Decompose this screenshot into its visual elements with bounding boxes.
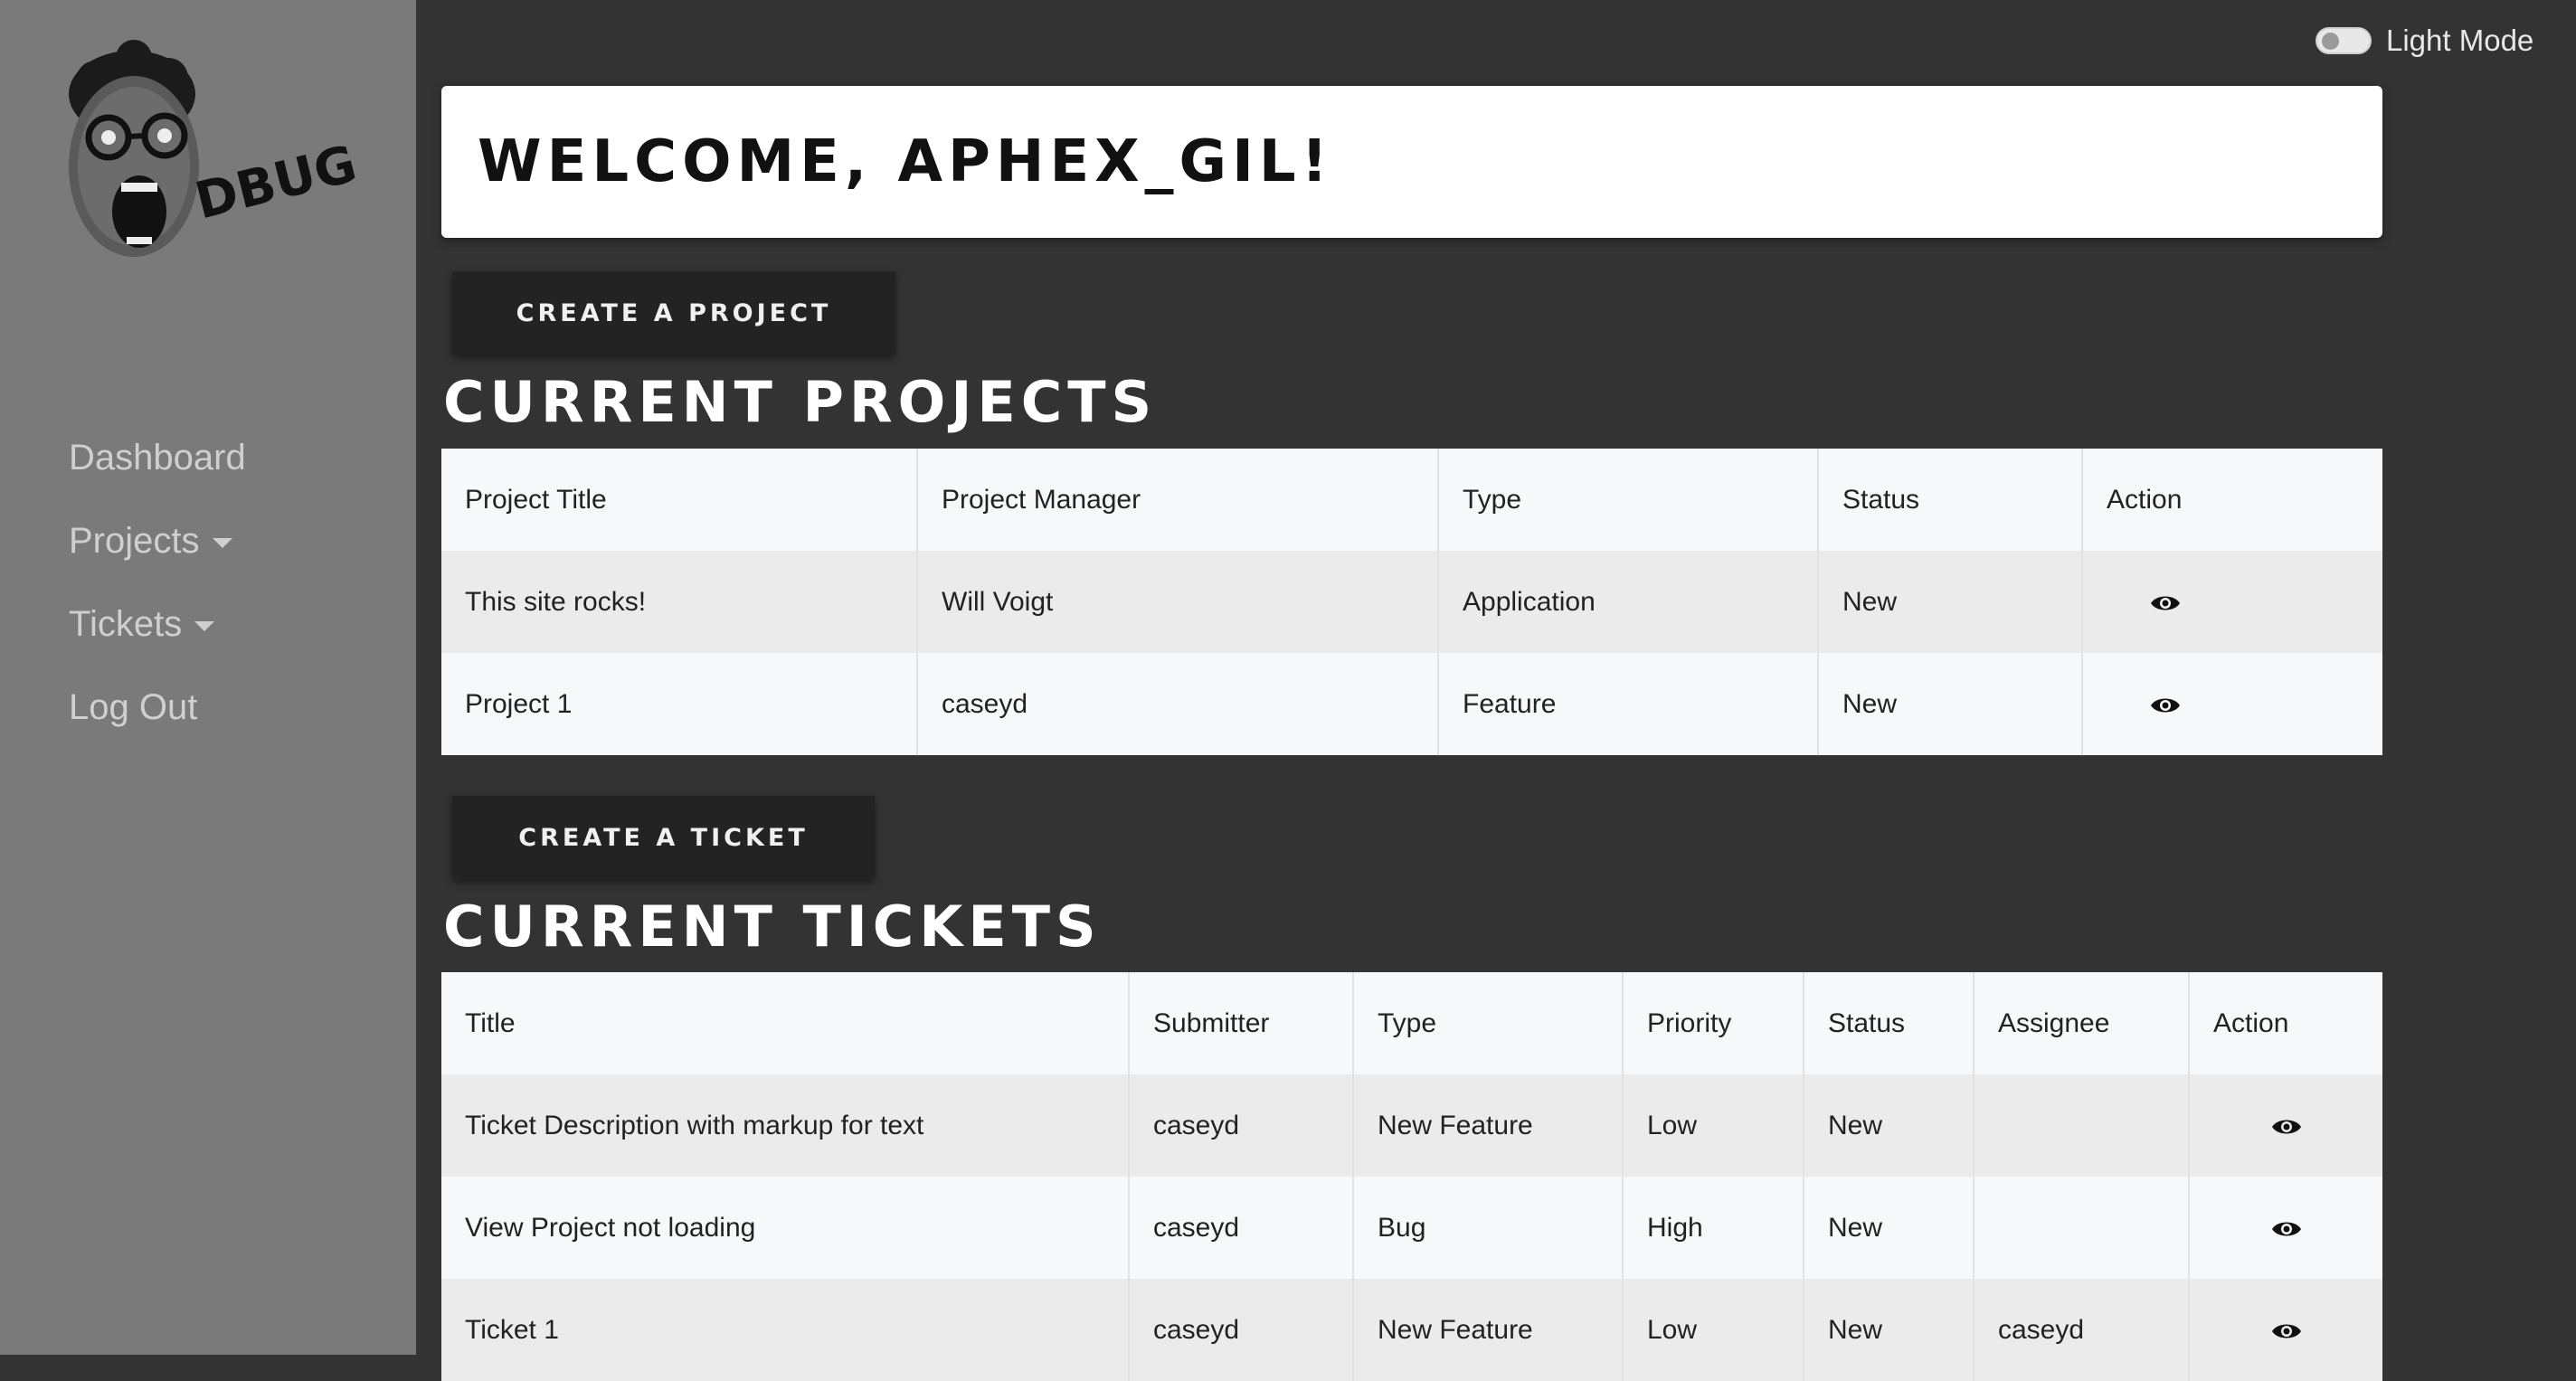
table-row: Project 1 caseyd Feature New <box>441 653 2382 755</box>
sidebar-item-label: Log Out <box>69 686 198 727</box>
sidebar-item-label: Dashboard <box>69 437 246 478</box>
action-cell <box>2082 653 2382 755</box>
column-header: Project Title <box>441 449 918 551</box>
table-row: Ticket 1 caseyd New Feature Low New case… <box>441 1279 2382 1381</box>
column-header: Status <box>1804 972 1975 1074</box>
sidebar-item-dashboard[interactable]: Dashboard <box>69 416 246 499</box>
create-ticket-label: CREATE A TICKET <box>518 823 809 852</box>
eye-icon[interactable] <box>2150 593 2181 613</box>
sidebar-item-projects[interactable]: Projects <box>69 499 246 582</box>
column-header: Status <box>1818 449 2083 551</box>
column-header: Submitter <box>1129 972 1354 1074</box>
table-row: View Project not loading caseyd Bug High… <box>441 1177 2382 1279</box>
project-status-cell: New <box>1818 551 2083 653</box>
column-header: Action <box>2107 484 2183 515</box>
ticket-type-cell: New Feature <box>1353 1279 1624 1381</box>
project-status-cell: New <box>1818 653 2083 755</box>
ticket-type-cell: New Feature <box>1353 1074 1624 1177</box>
action-cell <box>2189 1177 2382 1279</box>
ticket-status-cell: New <box>1804 1279 1975 1381</box>
light-mode-toggle-group: Light Mode <box>2316 24 2533 58</box>
column-header: Action <box>2213 1007 2289 1038</box>
ticket-assignee-cell: caseyd <box>1974 1279 2190 1381</box>
ticket-priority-cell: Low <box>1623 1279 1804 1381</box>
ticket-type-cell: Bug <box>1353 1177 1624 1279</box>
project-title-cell: This site rocks! <box>441 551 918 653</box>
table-header-row: Project Title Project Manager Type Statu… <box>441 449 2382 551</box>
eye-icon[interactable] <box>2271 1219 2302 1239</box>
ticket-title-cell: Ticket 1 <box>441 1279 1130 1381</box>
action-cell <box>2189 1074 2382 1177</box>
project-type-cell: Feature <box>1438 653 1819 755</box>
project-title-cell: Project 1 <box>441 653 918 755</box>
light-mode-label: Light Mode <box>2386 24 2534 57</box>
column-header: Priority <box>1623 972 1804 1074</box>
sidebar: DBUG Dashboard Projects Tickets Log Out <box>0 0 416 1355</box>
brand-name: DBUG <box>190 135 363 232</box>
ticket-submitter-cell: caseyd <box>1129 1074 1354 1177</box>
ticket-status-cell: New <box>1804 1177 1975 1279</box>
sidebar-nav: Dashboard Projects Tickets Log Out <box>69 416 246 749</box>
action-cell <box>2082 551 2382 653</box>
column-header: Type <box>1353 972 1624 1074</box>
caret-down-icon <box>212 537 232 548</box>
ticket-priority-cell: High <box>1623 1177 1804 1279</box>
table-header-row: Title Submitter Type Priority Status Ass… <box>441 972 2382 1074</box>
ticket-title-cell: Ticket Description with markup for text <box>441 1074 1130 1177</box>
sidebar-item-logout[interactable]: Log Out <box>69 666 246 749</box>
sidebar-item-tickets[interactable]: Tickets <box>69 582 246 666</box>
ticket-submitter-cell: caseyd <box>1129 1177 1354 1279</box>
toggle-knob <box>2322 33 2339 50</box>
table-row: This site rocks! Will Voigt Application … <box>441 551 2382 653</box>
project-manager-cell: Will Voigt <box>917 551 1439 653</box>
ticket-priority-cell: Low <box>1623 1074 1804 1177</box>
create-ticket-button[interactable]: CREATE A TICKET <box>452 796 875 879</box>
sidebar-item-label: Projects <box>69 520 200 561</box>
logo[interactable]: DBUG <box>33 31 376 284</box>
tickets-table: Title Submitter Type Priority Status Ass… <box>441 972 2382 1381</box>
ticket-assignee-cell <box>1974 1074 2190 1177</box>
eye-icon[interactable] <box>2150 695 2181 715</box>
ticket-title-cell: View Project not loading <box>441 1177 1130 1279</box>
column-header: Project Manager <box>917 449 1439 551</box>
ticket-submitter-cell: caseyd <box>1129 1279 1354 1381</box>
eye-icon[interactable] <box>2271 1117 2302 1137</box>
column-header: Type <box>1438 449 1819 551</box>
create-project-button[interactable]: CREATE A PROJECT <box>452 271 895 355</box>
welcome-text: WELCOME, APHEX_GIL! <box>478 128 1333 195</box>
caret-down-icon <box>194 620 215 631</box>
create-project-label: CREATE A PROJECT <box>516 298 832 327</box>
current-projects-heading: CURRENT PROJECTS <box>443 369 1158 435</box>
sidebar-item-label: Tickets <box>69 603 183 644</box>
ticket-status-cell: New <box>1804 1074 1975 1177</box>
projects-table: Project Title Project Manager Type Statu… <box>441 449 2382 755</box>
light-mode-toggle[interactable] <box>2316 27 2372 54</box>
current-tickets-heading: CURRENT TICKETS <box>443 894 1102 960</box>
table-row: Ticket Description with markup for text … <box>441 1074 2382 1177</box>
project-type-cell: Application <box>1438 551 1819 653</box>
column-header: Assignee <box>1974 972 2190 1074</box>
column-header: Title <box>441 972 1130 1074</box>
ticket-assignee-cell <box>1974 1177 2190 1279</box>
action-cell <box>2189 1279 2382 1381</box>
project-manager-cell: caseyd <box>917 653 1439 755</box>
eye-icon[interactable] <box>2271 1321 2302 1341</box>
welcome-banner: WELCOME, APHEX_GIL! <box>441 86 2382 238</box>
